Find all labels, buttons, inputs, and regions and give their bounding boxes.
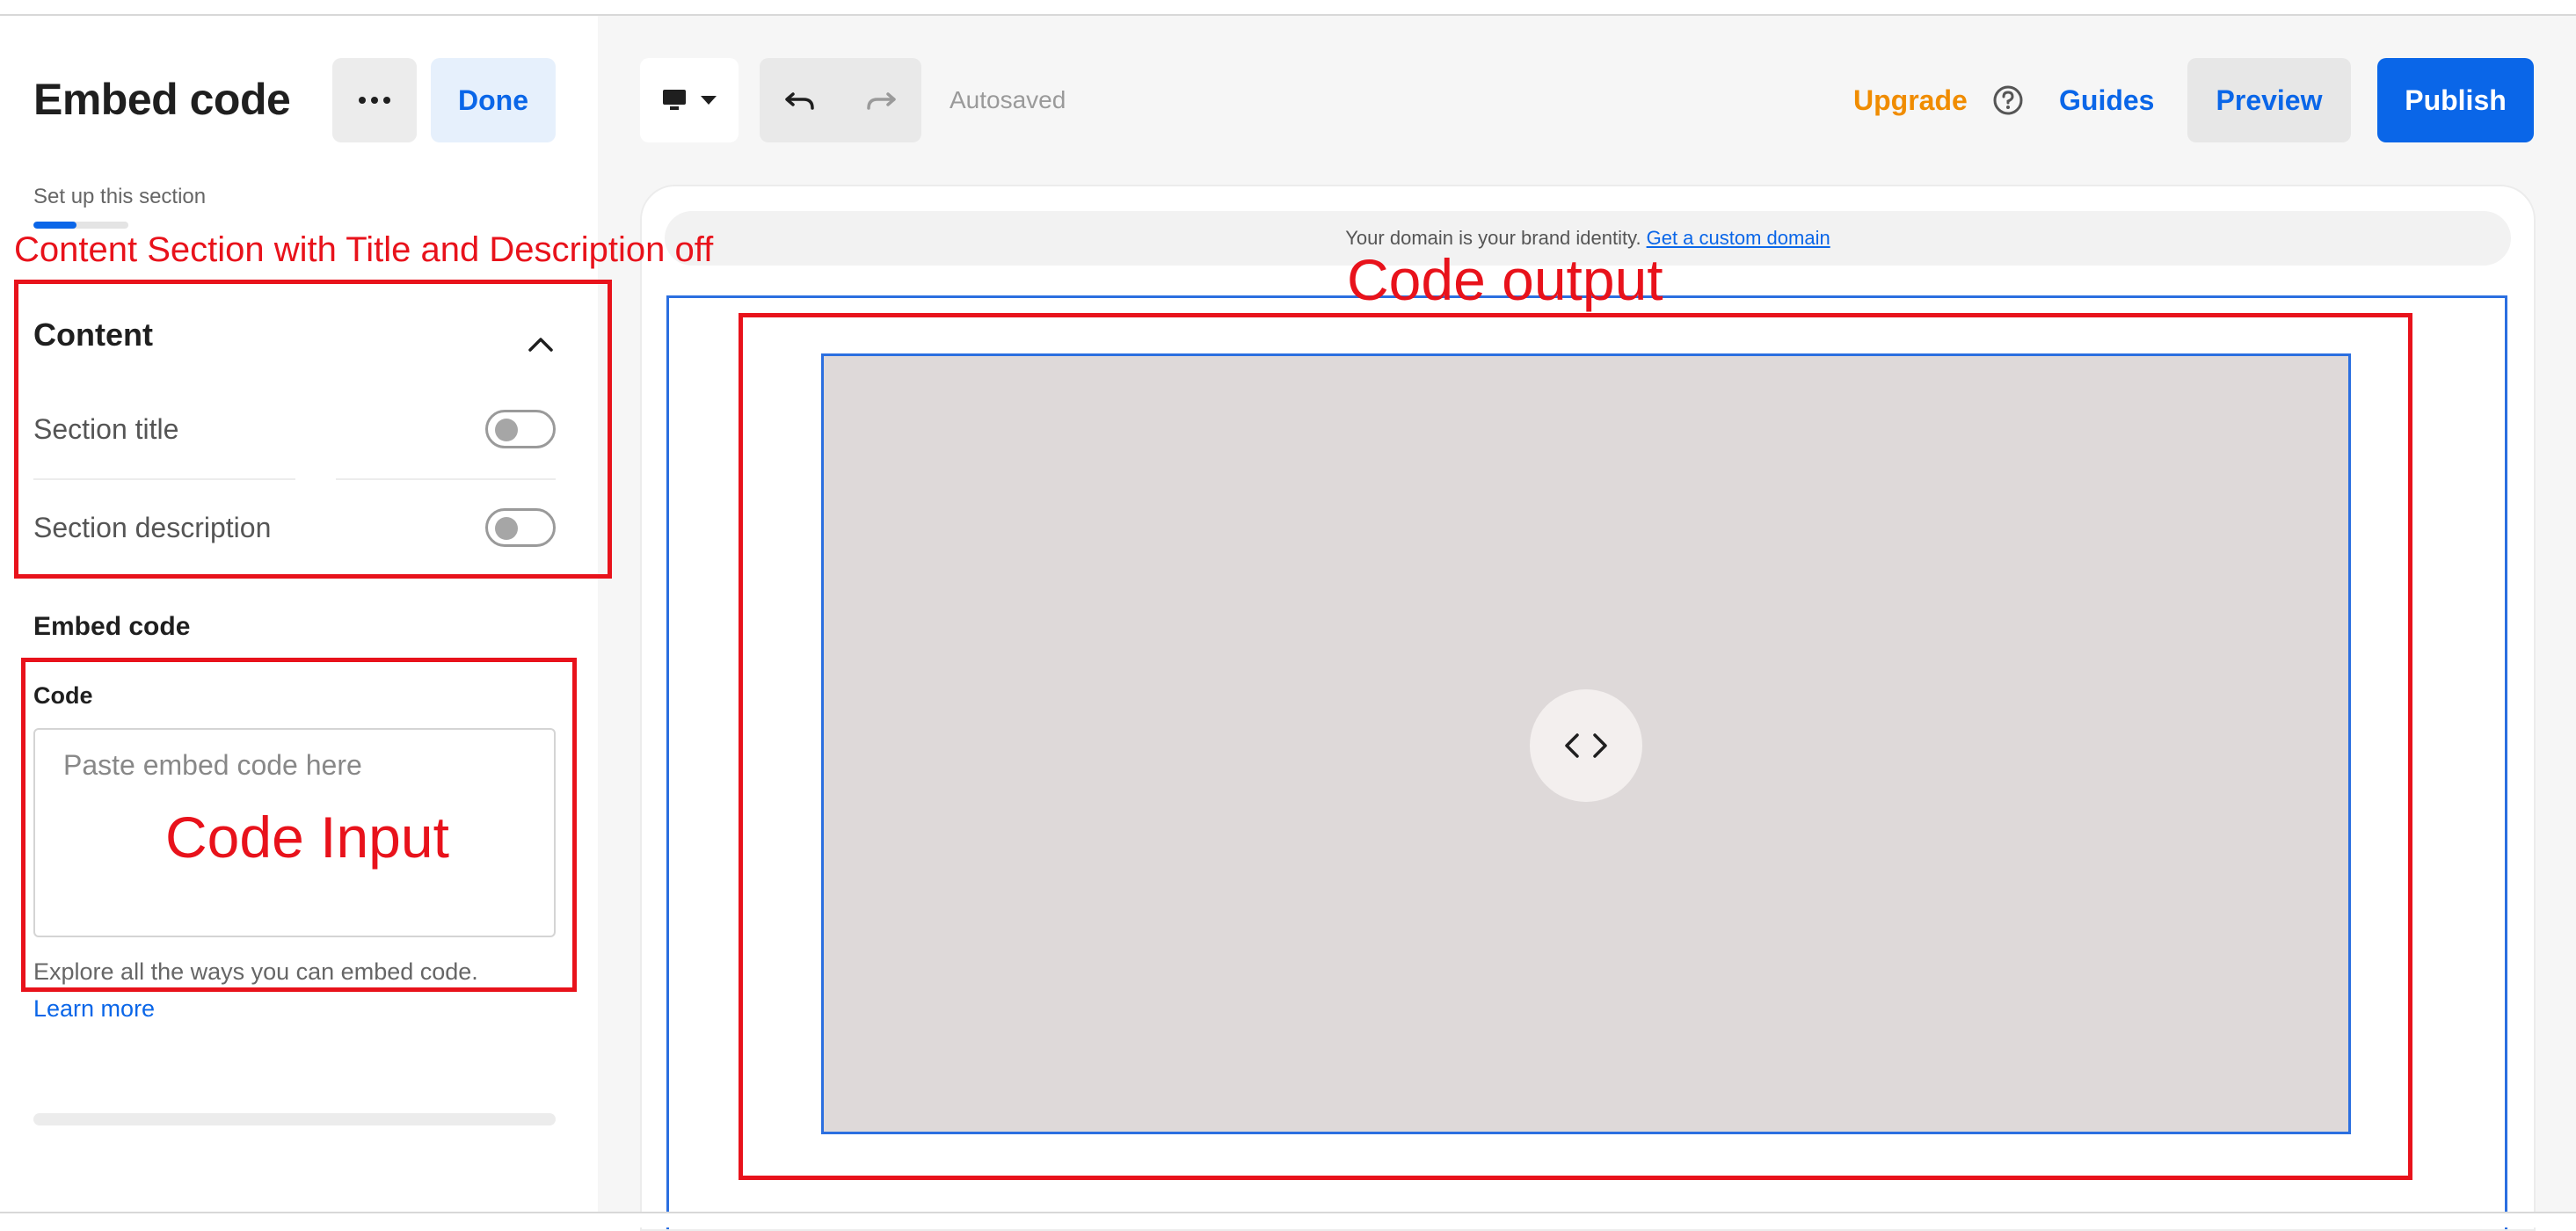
device-switcher-button[interactable]: [640, 58, 739, 142]
publish-button[interactable]: Publish: [2377, 58, 2534, 142]
learn-more-link[interactable]: Learn more: [33, 995, 155, 1023]
custom-domain-link[interactable]: Get a custom domain: [1647, 227, 1830, 250]
redo-icon[interactable]: [865, 87, 897, 113]
annotation-code-input-label: Code Input: [165, 805, 449, 870]
sidebar-title: Embed code: [33, 75, 291, 124]
upgrade-link[interactable]: Upgrade: [1853, 84, 1968, 117]
caret-down-icon: [701, 96, 717, 105]
help-circle-icon[interactable]: [1992, 84, 2024, 116]
more-options-button[interactable]: [332, 58, 417, 142]
annotation-box-content-section: [14, 280, 612, 579]
guides-link[interactable]: Guides: [2059, 84, 2154, 117]
desktop-icon: [663, 90, 686, 110]
setup-progress-fill: [33, 222, 76, 229]
settings-sidebar: Embed code Done Set up this section Cont…: [0, 16, 598, 1212]
done-button[interactable]: Done: [431, 58, 556, 142]
embed-code-heading: Embed code: [33, 612, 191, 641]
window-bottom-border: [0, 1212, 2576, 1227]
setup-label: Set up this section: [33, 185, 207, 208]
undo-icon[interactable]: [784, 87, 816, 113]
sidebar-scroll-indicator: [33, 1113, 556, 1125]
window-top-border: [0, 0, 2576, 16]
preview-button[interactable]: Preview: [2187, 58, 2351, 142]
history-controls: [760, 58, 921, 142]
setup-progress-bar: [33, 222, 128, 229]
more-horizontal-icon: [359, 97, 390, 104]
annotation-content-section-label: Content Section with Title and Descripti…: [14, 230, 714, 269]
annotation-box-code-output: [739, 313, 2412, 1180]
autosave-status: Autosaved: [950, 86, 1066, 113]
annotation-code-output-label: Code output: [1347, 247, 1663, 312]
